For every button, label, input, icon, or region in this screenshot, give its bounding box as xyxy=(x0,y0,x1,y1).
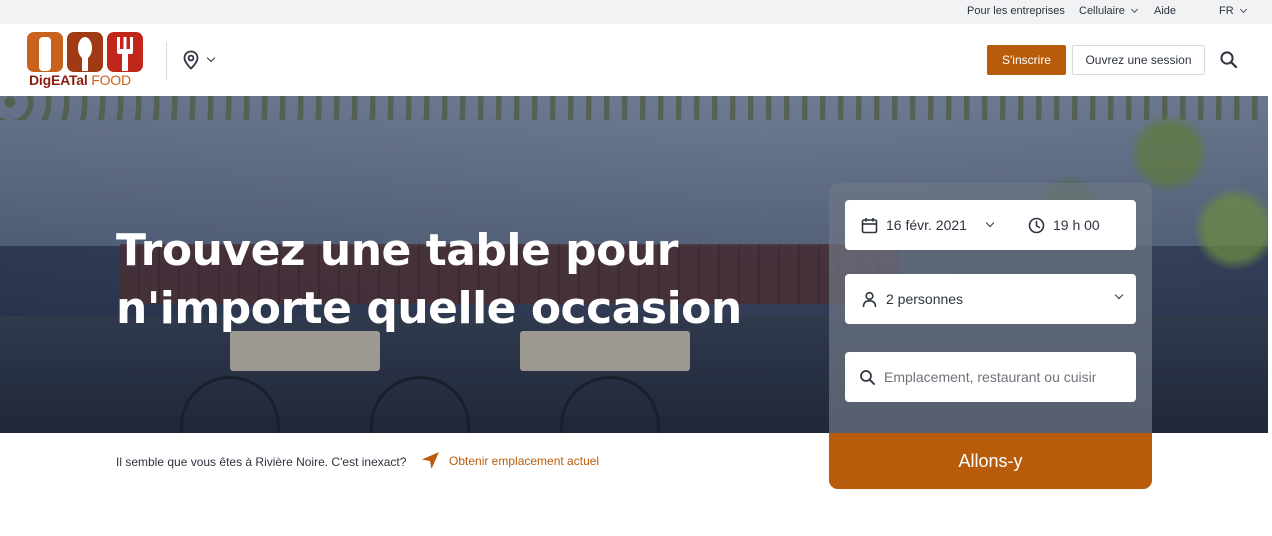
logo-mark xyxy=(27,32,143,72)
chevron-down-icon xyxy=(1130,5,1138,14)
clock-icon xyxy=(1028,217,1045,233)
search-field xyxy=(845,352,1136,402)
logo-suffix: FOOD xyxy=(91,72,131,88)
chevron-down-icon xyxy=(1114,290,1124,300)
party-size-value: 2 personnes xyxy=(886,291,964,307)
help-link[interactable]: Aide xyxy=(1154,5,1176,17)
chevron-down-icon xyxy=(985,218,995,228)
mobile-menu[interactable]: Cellulaire xyxy=(1079,5,1138,17)
location-notice: Il semble que vous êtes à Rivière Noire.… xyxy=(116,455,407,469)
signup-button[interactable]: S'inscrire xyxy=(987,45,1066,75)
search-icon xyxy=(860,369,875,385)
location-pin-icon xyxy=(183,50,199,70)
date-picker[interactable]: 16 févr. 2021 xyxy=(861,217,995,234)
search-field-inner xyxy=(859,369,1096,386)
date-time-field: 16 févr. 2021 19 h 00 xyxy=(845,200,1136,250)
chevron-down-icon xyxy=(206,53,216,63)
get-current-location-link[interactable]: Obtenir emplacement actuel xyxy=(421,451,599,470)
time-value: 19 h 00 xyxy=(1053,217,1100,233)
time-picker[interactable]: 19 h 00 xyxy=(1028,217,1100,234)
hero-title: Trouvez une table pour n'importe quelle … xyxy=(116,222,756,338)
navigation-arrow-icon xyxy=(422,452,439,469)
utility-bar: Pour les entreprises Cellulaire Aide FR xyxy=(0,0,1272,24)
submit-search-button[interactable]: Allons-y xyxy=(829,433,1152,489)
party-size-display: 2 personnes xyxy=(861,291,963,308)
login-button[interactable]: Ouvrez une session xyxy=(1072,45,1205,75)
header-divider xyxy=(166,42,167,80)
calendar-icon xyxy=(861,217,878,233)
header-search-button[interactable] xyxy=(1219,50,1239,70)
search-icon xyxy=(1220,51,1238,69)
help-link-label: Aide xyxy=(1154,5,1177,17)
party-size-select[interactable]: 2 personnes xyxy=(845,274,1136,324)
logo-name: DigEATal xyxy=(29,72,88,88)
hero-title-line: n'importe quelle occasion xyxy=(116,283,742,334)
business-link[interactable]: Pour les entreprises xyxy=(967,5,1065,17)
location-picker[interactable] xyxy=(182,50,216,70)
search-input[interactable] xyxy=(884,369,1096,385)
chevron-down-icon xyxy=(1239,5,1247,14)
get-current-location-label: Obtenir emplacement actuel xyxy=(449,453,600,468)
language-selector[interactable]: FR xyxy=(1219,5,1247,17)
logo-wordmark: DigEATal FOOD xyxy=(29,72,131,88)
booking-form: 16 févr. 2021 19 h 00 2 personnes Emplac… xyxy=(829,183,1152,489)
language-label: FR xyxy=(1219,5,1234,17)
site-header: DigEATal FOOD S'inscrire Ouvrez une sess… xyxy=(0,24,1272,96)
person-icon xyxy=(862,291,877,307)
mobile-menu-label: Cellulaire xyxy=(1079,5,1125,17)
hero-title-line: Trouvez une table pour xyxy=(116,225,678,276)
business-link-label: Pour les entreprises xyxy=(967,5,1065,17)
date-value: 16 févr. 2021 xyxy=(886,217,967,233)
